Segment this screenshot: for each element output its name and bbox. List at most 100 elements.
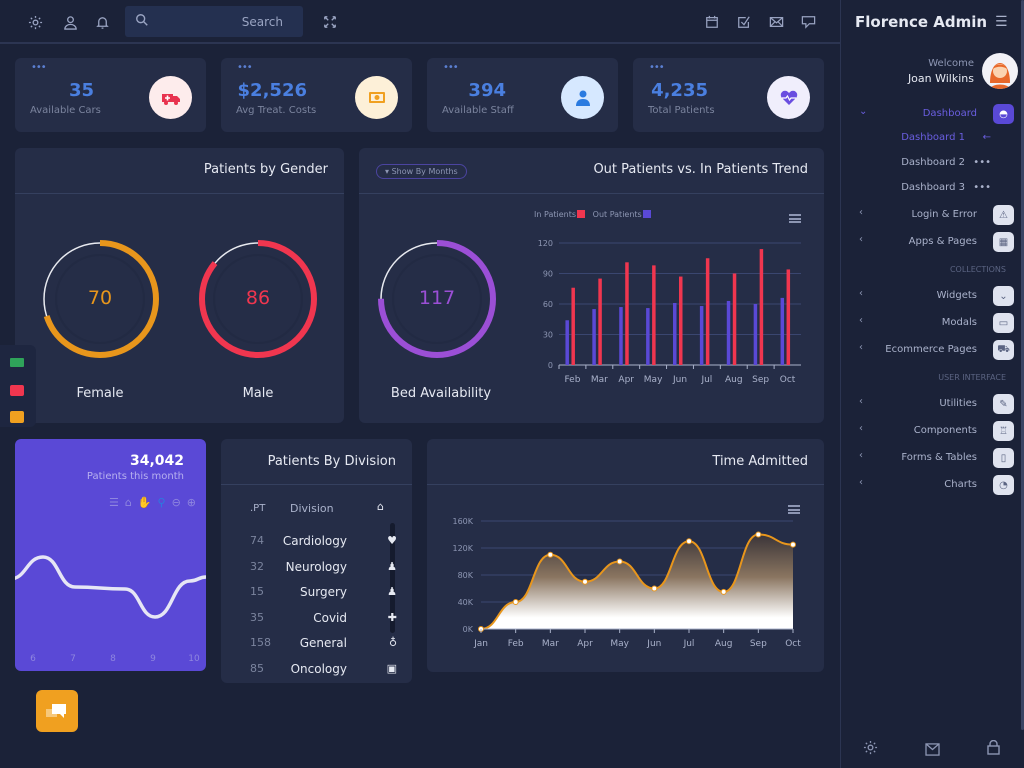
- menu-icon[interactable]: ☰: [109, 496, 119, 509]
- check-square-icon[interactable]: [734, 12, 754, 32]
- bar-out-patients: [673, 302, 677, 365]
- more-icon[interactable]: •••: [237, 62, 253, 73]
- bar-in-patients: [652, 265, 656, 365]
- nav-apps-pages[interactable]: ‹ Apps & Pages ▦: [841, 232, 1024, 254]
- division-row[interactable]: 35 Covid ✚: [221, 611, 411, 631]
- image-icon[interactable]: [10, 385, 24, 396]
- gear-icon[interactable]: [863, 740, 878, 759]
- warning-icon: ⚠: [993, 205, 1014, 225]
- mail-icon[interactable]: [766, 12, 786, 32]
- division-name: Oncology: [290, 661, 347, 676]
- home-icon[interactable]: ⌂: [125, 496, 132, 509]
- section-collections: COLLECTIONS: [949, 265, 1006, 274]
- lock-icon[interactable]: [987, 739, 1000, 759]
- dropdown-label: Show By Months: [391, 167, 458, 176]
- nav-ecommerce[interactable]: ‹ Ecommerce Pages ⛟: [841, 340, 1024, 362]
- x-tick-label: Jul: [700, 375, 712, 385]
- nav-label: Dashboard 2: [901, 157, 965, 168]
- division-row[interactable]: 85 Oncology ▣: [221, 662, 411, 682]
- more-icon[interactable]: •••: [443, 62, 459, 73]
- chart-menu-icon[interactable]: [789, 214, 801, 223]
- y-tick-label: 60: [543, 300, 553, 309]
- x-tick-label: Oct: [785, 639, 801, 649]
- x-tick-label: Sep: [752, 375, 769, 385]
- show-by-months-dropdown[interactable]: ▾ Show By Months: [376, 164, 467, 179]
- more-icon[interactable]: •••: [649, 62, 665, 73]
- gauge-value: 117: [418, 287, 456, 309]
- division-name: Neurology: [285, 559, 347, 574]
- card-title: Out Patients vs. In Patients Trend: [593, 162, 808, 177]
- division-row[interactable]: 32 Neurology ♟: [221, 560, 411, 580]
- folder-icon[interactable]: [10, 411, 24, 423]
- money-icon[interactable]: [10, 358, 24, 367]
- stat-card-staff: ••• 394 Available Staff: [427, 58, 618, 132]
- time-admitted-card: Time Admitted 0K 40K 80K 120K 160K Jan Feb Mar A…: [427, 439, 824, 672]
- gauge-label: Male: [242, 386, 274, 401]
- money-icon: [355, 76, 398, 119]
- stat-card-patients: ••• 4,235 Total Patients: [633, 58, 824, 132]
- zoom-out-icon[interactable]: ⊖: [172, 496, 181, 509]
- nav-forms-tables[interactable]: ‹ Forms & Tables ▯: [841, 448, 1024, 470]
- chat-button[interactable]: [36, 690, 78, 732]
- y-tick-label: 30: [543, 331, 553, 340]
- user-icon[interactable]: [60, 12, 80, 32]
- chat-icon[interactable]: [798, 12, 818, 32]
- x-tick-label: Mar: [591, 375, 608, 385]
- y-tick-label: 90: [543, 270, 553, 279]
- bar-in-patients: [705, 258, 710, 365]
- division-row[interactable]: 158 General ♁: [221, 636, 411, 656]
- y-tick-label: 80K: [458, 571, 474, 580]
- nav-label: Dashboard 3: [901, 182, 965, 193]
- nav-dashboard-2[interactable]: Dashboard 2 •••: [841, 157, 1024, 175]
- calendar-icon[interactable]: [702, 12, 722, 32]
- bell-icon[interactable]: [92, 12, 112, 32]
- nav-dashboard-3[interactable]: Dashboard 3 •••: [841, 182, 1024, 200]
- legend-in-patients[interactable]: In Patients: [534, 210, 576, 219]
- more-icon[interactable]: •••: [31, 62, 47, 73]
- brand-name: Florence Admin: [855, 13, 988, 31]
- division-card: Patients By Division .PT Division ⌂ 74 Ca…: [221, 439, 412, 683]
- fullscreen-icon[interactable]: [320, 12, 340, 32]
- nav-label: Modals: [941, 317, 977, 328]
- patients-line: [15, 555, 206, 619]
- search-box[interactable]: [125, 6, 303, 37]
- gear-icon[interactable]: [25, 12, 45, 32]
- x-tick-label: Feb: [564, 375, 580, 385]
- y-tick-label: 120: [538, 239, 553, 248]
- search-input[interactable]: [155, 6, 295, 37]
- stat-label: Available Cars: [30, 105, 101, 116]
- nav-login-error[interactable]: ‹ Login & Error ⚠: [841, 205, 1024, 227]
- division-icon: ♁: [388, 636, 397, 649]
- monthly-patients-card: 34,042 Patients this month ☰ ⌂ ✋ ⚲ ⊖ ⊕ 6…: [15, 439, 206, 671]
- ambulance-icon: [149, 76, 192, 119]
- bar-out-patients: [619, 307, 623, 365]
- division-row[interactable]: 74 Cardiology ♥: [221, 534, 411, 554]
- trophy-icon: ♖: [993, 421, 1014, 441]
- nav-widgets[interactable]: ‹ Widgets ⌄: [841, 286, 1024, 308]
- card-header: Time Admitted: [427, 439, 824, 485]
- menu-toggle-icon[interactable]: ☰: [995, 14, 1008, 30]
- user-name[interactable]: Joan Wilkins: [908, 72, 974, 85]
- chevron-left-icon: ‹: [859, 315, 863, 326]
- pan-hand-icon[interactable]: ✋: [138, 496, 152, 509]
- card-title: Patients By Division: [267, 454, 396, 469]
- zoom-icon[interactable]: ⚲: [158, 496, 166, 509]
- nav-modals[interactable]: ‹ Modals ▭: [841, 313, 1024, 335]
- stat-value: 4,235: [651, 80, 708, 101]
- nav-dashboard[interactable]: ⌄ Dashboard ◓: [841, 104, 1024, 126]
- x-tick-label: Jan: [473, 639, 488, 649]
- col-header-division: Division: [290, 502, 334, 515]
- sidebar: Florence Admin ☰ Welcome Joan Wilkins ⌄ …: [840, 0, 1024, 768]
- stat-value: 394: [468, 80, 506, 101]
- division-row[interactable]: 15 Surgery ♟: [221, 585, 411, 605]
- nav-utilities[interactable]: ‹ Utilities ✎: [841, 394, 1024, 416]
- nav-dashboard-1[interactable]: Dashboard 1 ←: [841, 132, 1024, 150]
- nav-charts[interactable]: ‹ Charts ◔: [841, 475, 1024, 497]
- stat-label: Total Patients: [648, 105, 715, 116]
- nav-components[interactable]: ‹ Components ♖: [841, 421, 1024, 443]
- zoom-in-icon[interactable]: ⊕: [187, 496, 196, 509]
- avatar[interactable]: [982, 53, 1018, 89]
- mail-icon[interactable]: [925, 741, 940, 760]
- legend-out-patients[interactable]: Out Patients: [593, 210, 642, 219]
- bar-in-patients: [759, 249, 764, 365]
